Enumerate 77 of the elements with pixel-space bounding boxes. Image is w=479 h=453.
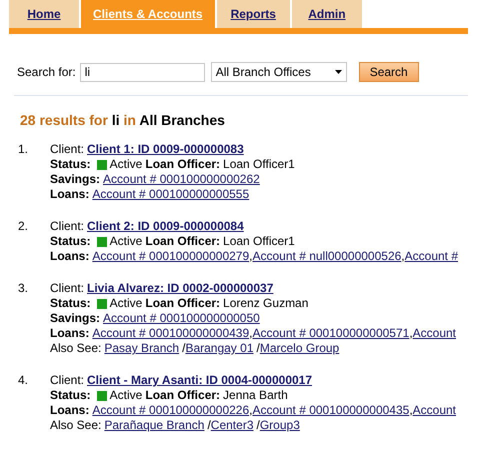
status-label: Status: bbox=[50, 157, 91, 172]
comma-separator: , bbox=[249, 249, 252, 264]
result-number: 1. bbox=[17, 142, 30, 158]
status-label: Status: bbox=[50, 296, 91, 311]
related-link[interactable]: Marcelo Group bbox=[260, 341, 340, 356]
client-link[interactable]: Client - Mary Asanti: ID 0004-000000017 bbox=[87, 373, 312, 388]
account-type-label: Loans: bbox=[50, 403, 90, 418]
account-link[interactable]: Account bbox=[412, 326, 456, 341]
nav-tab[interactable]: Reports bbox=[216, 0, 290, 28]
status-label: Status: bbox=[50, 234, 91, 249]
related-link[interactable]: Parañaque Branch bbox=[104, 418, 204, 433]
slash-separator: / bbox=[256, 341, 260, 356]
status-value: Active bbox=[110, 388, 142, 403]
slash-separator: / bbox=[182, 341, 186, 356]
slash-separator: / bbox=[207, 418, 211, 433]
account-link[interactable]: Account # 000100000000262 bbox=[103, 172, 260, 187]
officer-label: Loan Officer: bbox=[145, 234, 220, 249]
also-see-label: Also See: bbox=[50, 341, 102, 356]
related-link[interactable]: Pasay Branch bbox=[104, 341, 180, 356]
comma-separator: , bbox=[249, 403, 252, 418]
result-number: 3. bbox=[17, 281, 30, 297]
account-link[interactable]: Account # 000100000000279 bbox=[92, 249, 250, 264]
client-label: Client: bbox=[50, 219, 84, 234]
related-link[interactable]: Center3 bbox=[210, 418, 254, 433]
account-link[interactable]: Account # 000100000000571 bbox=[252, 326, 410, 341]
officer-name: Loan Officer1 bbox=[223, 157, 295, 172]
account-link[interactable]: Account # bbox=[404, 249, 458, 264]
status-square-icon bbox=[96, 298, 107, 308]
comma-separator: , bbox=[409, 403, 413, 418]
officer-name: Lorenz Guzman bbox=[223, 296, 308, 311]
officer-label: Loan Officer: bbox=[145, 157, 220, 172]
result-number: 2. bbox=[17, 219, 30, 235]
results-heading: 28 results for li in All Branches bbox=[20, 112, 226, 128]
account-link[interactable]: Account # 000100000000435 bbox=[252, 403, 410, 418]
client-label: Client: bbox=[50, 281, 84, 296]
account-link[interactable]: Account # 000100000000050 bbox=[103, 311, 260, 326]
result-number: 4. bbox=[17, 373, 30, 389]
branch-dropdown[interactable]: All Branch Offices bbox=[210, 62, 347, 82]
comma-separator: , bbox=[401, 249, 405, 264]
client-link[interactable]: Livia Alvarez: ID 0002-000000037 bbox=[87, 281, 274, 296]
account-type-label: Loans: bbox=[50, 326, 90, 341]
account-link[interactable]: Account # 000100000000555 bbox=[92, 187, 250, 202]
account-type-label: Savings: bbox=[50, 172, 100, 187]
client-label: Client: bbox=[50, 373, 84, 388]
account-link[interactable]: Account # null00000000526 bbox=[252, 249, 402, 264]
account-link[interactable]: Account bbox=[412, 403, 456, 418]
status-value: Active bbox=[110, 157, 142, 172]
related-link[interactable]: Group3 bbox=[260, 418, 300, 433]
officer-name: Jenna Barth bbox=[223, 388, 288, 403]
client-link[interactable]: Client 1: ID 0009-000000083 bbox=[87, 142, 244, 157]
also-see-label: Also See: bbox=[50, 418, 102, 433]
status-value: Active bbox=[110, 234, 142, 249]
client-link[interactable]: Client 2: ID 0009-000000084 bbox=[87, 219, 244, 234]
search-field[interactable]: li bbox=[80, 62, 205, 82]
account-link[interactable]: Account # 000100000000226 bbox=[92, 403, 250, 418]
officer-label: Loan Officer: bbox=[145, 388, 220, 403]
account-type-label: Loans: bbox=[50, 187, 90, 202]
caret-icon bbox=[334, 70, 342, 74]
client-label: Client: bbox=[50, 142, 84, 157]
status-value: Active bbox=[110, 296, 142, 311]
officer-name: Loan Officer1 bbox=[223, 234, 295, 249]
account-link[interactable]: Account # 000100000000439 bbox=[92, 326, 250, 341]
search-button[interactable]: Search bbox=[358, 62, 419, 82]
slash-separator: / bbox=[256, 418, 260, 433]
comma-separator: , bbox=[249, 326, 252, 341]
related-link[interactable]: Barangay 01 bbox=[185, 341, 254, 356]
nav-tab[interactable]: Home bbox=[9, 0, 79, 28]
account-type-label: Loans: bbox=[50, 249, 90, 264]
account-type-label: Savings: bbox=[50, 311, 100, 326]
officer-label: Loan Officer: bbox=[145, 296, 220, 311]
search-label: Search for: bbox=[17, 65, 76, 79]
status-label: Status: bbox=[50, 388, 91, 403]
status-square-icon bbox=[96, 236, 107, 246]
nav-tab[interactable]: Admin bbox=[292, 0, 362, 28]
comma-separator: , bbox=[409, 326, 413, 341]
status-square-icon bbox=[96, 160, 107, 170]
status-square-icon bbox=[96, 390, 107, 400]
